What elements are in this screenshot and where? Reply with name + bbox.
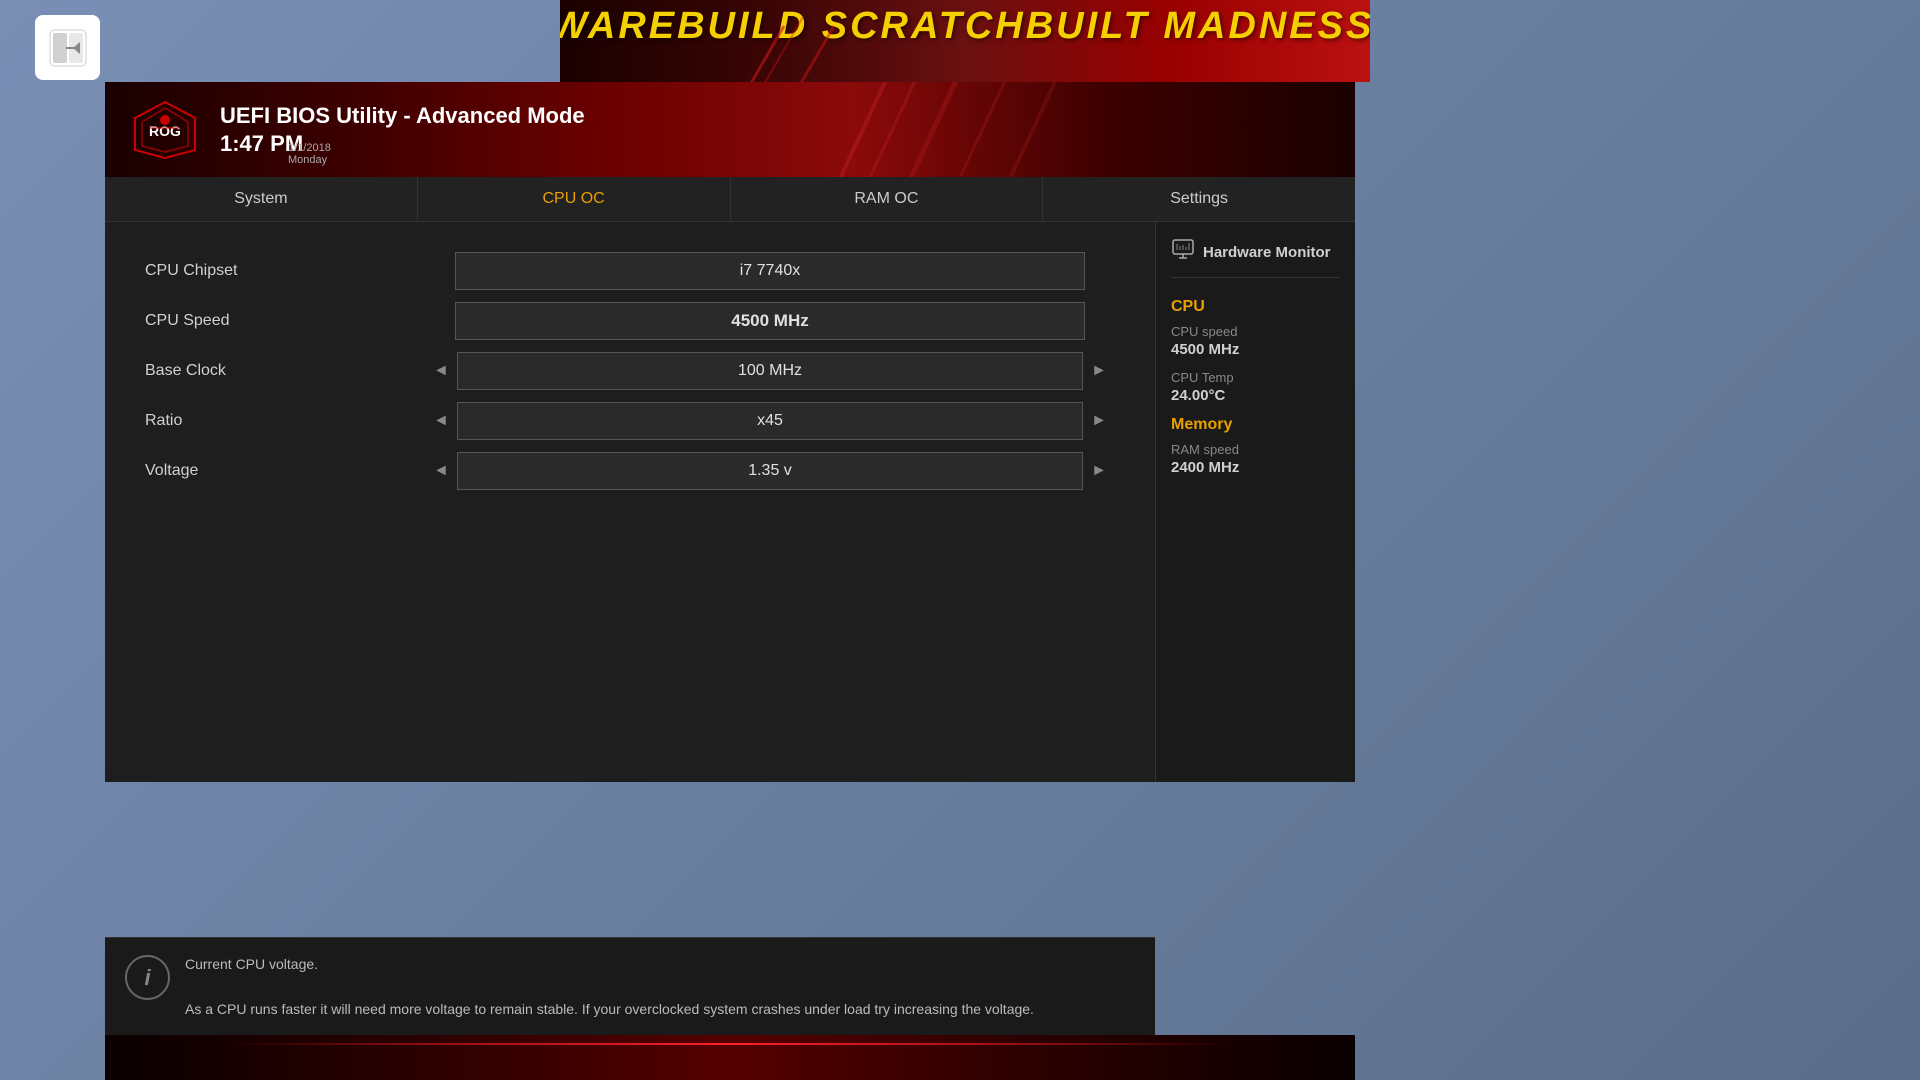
- tab-ram-oc[interactable]: RAM OC: [731, 177, 1044, 221]
- voltage-arrow-right[interactable]: ►: [1083, 462, 1115, 480]
- base-clock-value[interactable]: 100 MHz: [457, 352, 1083, 390]
- base-clock-label: Base Clock: [145, 362, 425, 380]
- cpu-temp-stat-value: 24.00°C: [1171, 387, 1340, 404]
- table-row: Ratio ◄ x45 ►: [145, 402, 1115, 440]
- table-row: CPU Chipset i7 7740x: [145, 252, 1115, 290]
- bios-window: ROG UEFI BIOS Utility - Advanced Mode 1:…: [105, 82, 1355, 782]
- tab-cpu-oc[interactable]: CPU OC: [418, 177, 731, 221]
- cpu-chipset-label: CPU Chipset: [145, 262, 425, 280]
- cpu-speed-label: CPU Speed: [145, 312, 425, 330]
- base-clock-control: ◄ 100 MHz ►: [425, 352, 1115, 390]
- table-row: Voltage ◄ 1.35 v ►: [145, 452, 1115, 490]
- bottom-deco-line: [230, 1043, 1230, 1045]
- ram-speed-stat-value: 2400 MHz: [1171, 459, 1340, 476]
- cpu-speed-stat-value: 4500 MHz: [1171, 341, 1340, 358]
- settings-table: CPU Chipset i7 7740x CPU Speed 4500 MHz: [145, 252, 1115, 490]
- bios-header: ROG UEFI BIOS Utility - Advanced Mode 1:…: [105, 82, 1355, 177]
- bottom-decorative-bar: [105, 1035, 1355, 1080]
- base-clock-arrow-left[interactable]: ◄: [425, 362, 457, 380]
- cpu-speed-stat-label: CPU speed: [1171, 324, 1340, 339]
- bios-date: 1/1/2018 Monday: [288, 142, 331, 166]
- voltage-label: Voltage: [145, 462, 425, 480]
- header-title-block: UEFI BIOS Utility - Advanced Mode 1:47 P…: [220, 103, 585, 157]
- hw-monitor-title: Hardware Monitor: [1203, 244, 1331, 261]
- voltage-control: ◄ 1.35 v ►: [425, 452, 1115, 490]
- main-panel: CPU Chipset i7 7740x CPU Speed 4500 MHz: [105, 222, 1155, 782]
- hw-monitor-header: Hardware Monitor: [1171, 237, 1340, 278]
- table-row: CPU Speed 4500 MHz: [145, 302, 1115, 340]
- ratio-control: ◄ x45 ►: [425, 402, 1115, 440]
- ratio-arrow-right[interactable]: ►: [1083, 412, 1115, 430]
- bios-content: CPU Chipset i7 7740x CPU Speed 4500 MHz: [105, 222, 1355, 782]
- top-banner: WS · HARDWAREBUILD SCRATCHBUILT MADNESS!: [560, 0, 1370, 82]
- cpu-chipset-value[interactable]: i7 7740x: [455, 252, 1085, 290]
- voltage-value[interactable]: 1.35 v: [457, 452, 1083, 490]
- hw-monitor-panel: Hardware Monitor CPU CPU speed 4500 MHz …: [1155, 222, 1355, 782]
- cpu-temp-stat-label: CPU Temp: [1171, 370, 1340, 385]
- svg-text:ROG: ROG: [149, 123, 181, 139]
- base-clock-arrow-right[interactable]: ►: [1083, 362, 1115, 380]
- memory-section-title: Memory: [1171, 416, 1340, 434]
- ram-speed-stat-label: RAM speed: [1171, 442, 1340, 457]
- tab-settings[interactable]: Settings: [1043, 177, 1355, 221]
- ratio-value[interactable]: x45: [457, 402, 1083, 440]
- table-row: Base Clock ◄ 100 MHz ►: [145, 352, 1115, 390]
- sidebar-toggle-button[interactable]: [35, 15, 100, 80]
- hw-monitor-icon: [1171, 237, 1195, 267]
- cpu-chipset-control: i7 7740x: [425, 252, 1115, 290]
- cpu-speed-value[interactable]: 4500 MHz: [455, 302, 1085, 340]
- info-icon: i: [125, 955, 170, 1000]
- ratio-label: Ratio: [145, 412, 425, 430]
- bios-time: 1:47 PM: [220, 131, 585, 157]
- banner-text: WS · HARDWAREBUILD SCRATCHBUILT MADNESS!: [560, 5, 1370, 48]
- cpu-section-title: CPU: [1171, 298, 1340, 316]
- tab-system[interactable]: System: [105, 177, 418, 221]
- rog-logo: ROG: [125, 95, 205, 165]
- cpu-speed-control: 4500 MHz: [425, 302, 1115, 340]
- bios-title: UEFI BIOS Utility - Advanced Mode: [220, 103, 585, 129]
- voltage-arrow-left[interactable]: ◄: [425, 462, 457, 480]
- ratio-arrow-left[interactable]: ◄: [425, 412, 457, 430]
- nav-tabs: System CPU OC RAM OC Settings: [105, 177, 1355, 222]
